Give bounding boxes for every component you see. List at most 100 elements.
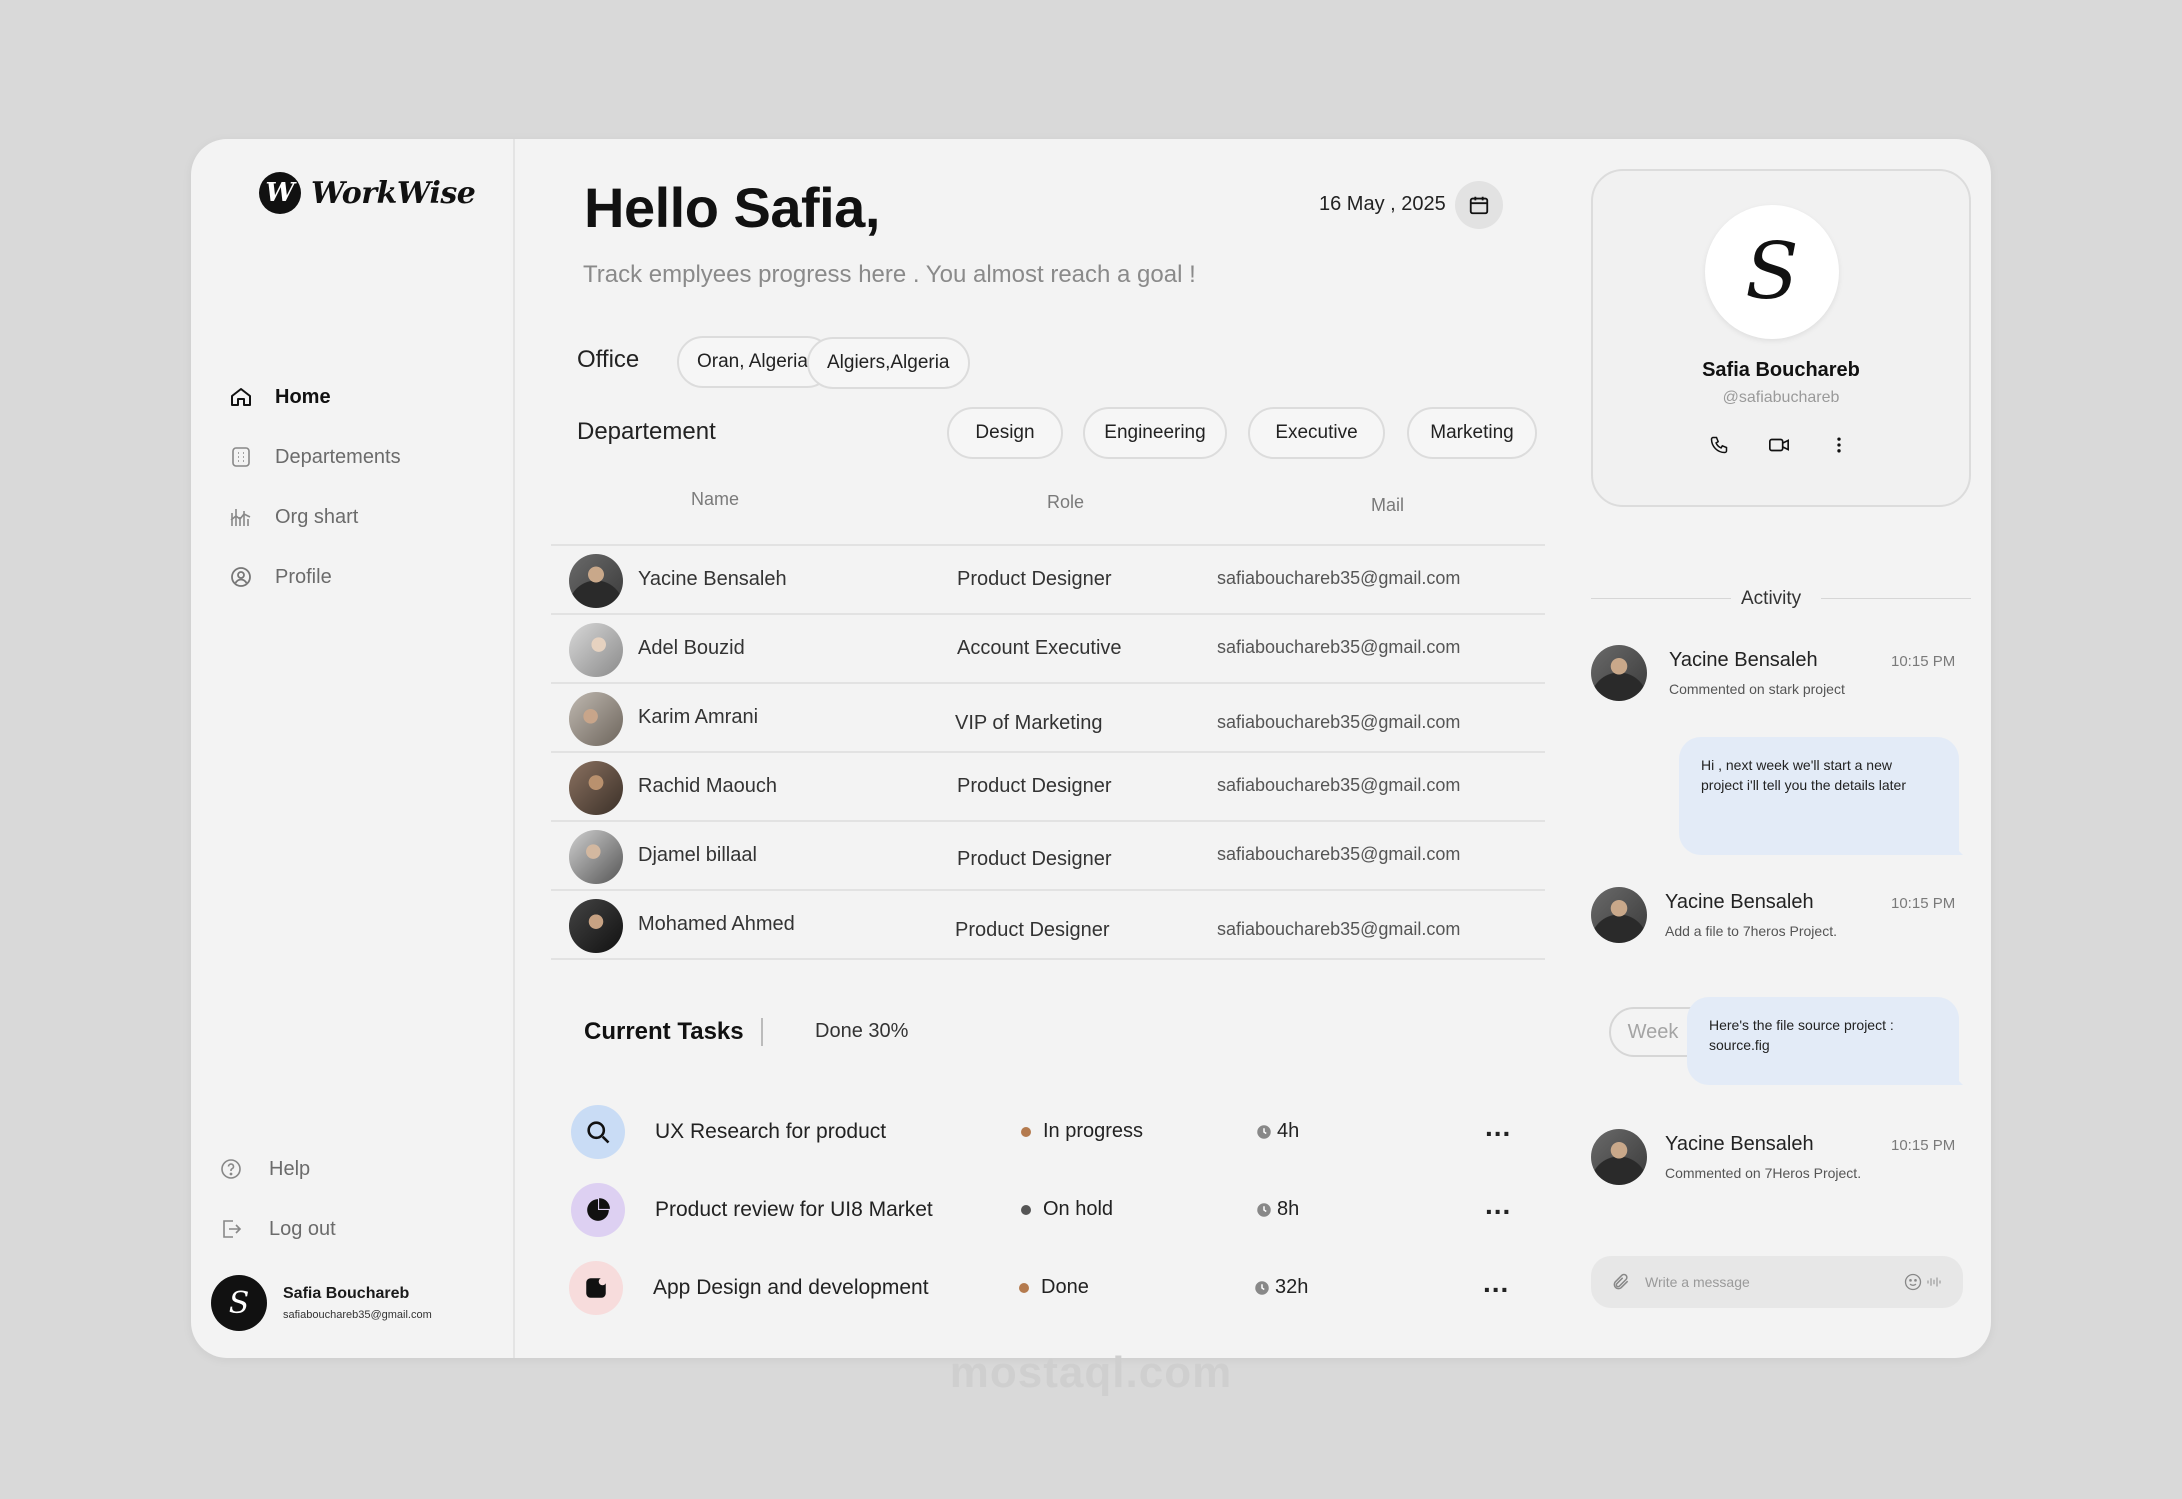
clock-icon (1257, 1202, 1271, 1217)
employee-mail[interactable]: safiabouchareb35@gmail.com (1217, 775, 1460, 796)
current-user[interactable]: S Safia Bouchareb safiabouchareb35@gmail… (211, 1275, 432, 1331)
more-options-button[interactable]: ... (1485, 1111, 1511, 1143)
avatar (569, 899, 623, 953)
office-chip-algiers[interactable]: Algiers,Algeria (807, 337, 970, 389)
divider (761, 1018, 763, 1046)
department-chip-marketing[interactable]: Marketing (1407, 407, 1537, 459)
column-header-role: Role (1047, 492, 1085, 512)
table-row[interactable]: Yacine Bensaleh Product Designer safiabo… (551, 546, 1545, 615)
department-chip-design[interactable]: Design (947, 407, 1063, 459)
sidebar-item-logout[interactable]: Log out (219, 1199, 336, 1259)
logo-mark-icon: W (259, 172, 301, 214)
employee-name: Adel Bouzid (638, 637, 745, 659)
status-dot (1021, 1126, 1031, 1137)
page-subtitle: Track emplyees progress here . You almos… (583, 261, 1196, 288)
activity-time: 10:15 PM (1891, 1137, 1956, 1154)
employee-name: Djamel billaal (638, 844, 757, 866)
activity-item[interactable]: Yacine Bensaleh 10:15 PM Add a file to 7… (1591, 887, 1971, 947)
employee-name: Karim Amrani (638, 706, 759, 728)
activity-desc: Commented on stark project (1669, 681, 1845, 697)
sidebar-item-home[interactable]: Home (229, 367, 401, 427)
clock-icon (1257, 1124, 1271, 1139)
task-name: Product review for UI8 Market (655, 1198, 933, 1221)
profile-name: Safia Bouchareb (1702, 359, 1860, 381)
video-call-button[interactable] (1763, 429, 1795, 461)
table-row[interactable]: Karim Amrani VIP of Marketing safiabouch… (551, 684, 1545, 753)
help-icon (221, 1159, 241, 1179)
activity-item[interactable]: Yacine Bensaleh 10:15 PM Commented on st… (1591, 645, 1971, 705)
call-button[interactable] (1703, 429, 1735, 461)
search-icon (571, 1105, 625, 1159)
office-label: Office (577, 346, 640, 373)
task-item[interactable]: App Design and development Done 32h ... (569, 1261, 1569, 1315)
home-icon (231, 388, 251, 406)
more-options-button[interactable]: ... (1485, 1189, 1511, 1221)
bottom-nav: Help Log out (219, 1139, 336, 1259)
avatar (569, 554, 623, 608)
employee-mail[interactable]: safiabouchareb35@gmail.com (1217, 919, 1460, 940)
sidebar-item-org-chart[interactable]: Org shart (229, 487, 401, 547)
user-email: safiabouchareb35@gmail.com (283, 1309, 432, 1321)
employee-mail[interactable]: safiabouchareb35@gmail.com (1217, 637, 1460, 658)
tasks-progress: Done 30% (815, 1020, 909, 1042)
activity-item[interactable]: Yacine Bensaleh 10:15 PM Commented on 7H… (1591, 1129, 1971, 1189)
employee-name: Rachid Maouch (638, 775, 777, 797)
pie-icon (571, 1183, 625, 1237)
department-chip-engineering[interactable]: Engineering (1083, 407, 1227, 459)
table-row[interactable]: Mohamed Ahmed Product Designer safiabouc… (551, 891, 1545, 960)
employee-role: Product Designer (957, 568, 1112, 590)
task-status: Done (1019, 1276, 1089, 1299)
employee-mail[interactable]: safiabouchareb35@gmail.com (1217, 568, 1460, 589)
more-options-button[interactable]: ... (1483, 1267, 1509, 1299)
employee-role: VIP of Marketing (955, 712, 1103, 734)
task-item[interactable]: Product review for UI8 Market On hold 8h… (571, 1183, 1571, 1237)
activity-user: Yacine Bensaleh (1665, 891, 1814, 913)
sidebar: W WorkWise Home Departements Org shart P… (191, 139, 515, 1358)
sidebar-item-help[interactable]: Help (219, 1139, 336, 1199)
employee-mail[interactable]: safiabouchareb35@gmail.com (1217, 844, 1460, 865)
avatar (569, 692, 623, 746)
calendar-button[interactable] (1455, 181, 1503, 229)
avatar (569, 623, 623, 677)
divider (1821, 598, 1971, 599)
sidebar-item-departements[interactable]: Departements (229, 427, 401, 487)
column-header-mail: Mail (1371, 495, 1405, 515)
department-chip-executive[interactable]: Executive (1248, 407, 1385, 459)
current-date: 16 May , 2025 (1319, 193, 1446, 215)
table-row[interactable]: Djamel billaal Product Designer safiabou… (551, 822, 1545, 891)
employee-role: Product Designer (957, 848, 1112, 870)
task-time: 8h (1255, 1198, 1299, 1221)
status-dot (1021, 1204, 1031, 1215)
employee-mail[interactable]: safiabouchareb35@gmail.com (1217, 712, 1460, 733)
profile-handle: @safiabuchareb (1722, 389, 1840, 406)
sidebar-item-label: Home (275, 385, 331, 408)
activity-title: Activity (1741, 588, 1802, 609)
user-name: Safia Bouchareb (283, 1285, 410, 1302)
sidebar-item-profile[interactable]: Profile (229, 547, 401, 607)
table-row[interactable]: Rachid Maouch Product Designer safiabouc… (551, 753, 1545, 822)
task-item[interactable]: UX Research for product In progress 4h .… (571, 1105, 1571, 1159)
sidebar-item-label: Org shart (275, 505, 359, 528)
avatar[interactable]: S (1705, 205, 1839, 339)
attachment-icon[interactable] (1611, 1272, 1631, 1292)
column-header-name: Name (691, 489, 740, 509)
activity-time: 10:15 PM (1891, 653, 1956, 670)
more-menu-button[interactable] (1823, 429, 1855, 461)
message-input[interactable]: Write a message (1645, 1274, 1750, 1290)
employee-role: Product Designer (955, 919, 1110, 941)
watermark: mostaql.com (949, 1348, 1233, 1397)
message-composer[interactable]: Write a message (1591, 1256, 1963, 1308)
user-circle-icon (231, 567, 251, 587)
more-vertical-icon (1837, 437, 1841, 453)
table-row[interactable]: Adel Bouzid Account Executive safiabouch… (551, 615, 1545, 684)
task-time: 32h (1253, 1276, 1308, 1299)
dashboard-card: W WorkWise Home Departements Org shart P… (191, 139, 1991, 1358)
voice-icon[interactable] (1925, 1273, 1943, 1291)
status-dot (1019, 1282, 1029, 1293)
activity-desc: Add a file to 7heros Project. (1665, 923, 1837, 939)
brand-logo[interactable]: W WorkWise (259, 172, 476, 214)
emoji-icon[interactable] (1903, 1272, 1923, 1292)
message-bubble: Hi , next week we'll start a new project… (1679, 737, 1959, 855)
sidebar-item-label: Departements (275, 445, 401, 468)
department-label: Departement (577, 418, 716, 445)
